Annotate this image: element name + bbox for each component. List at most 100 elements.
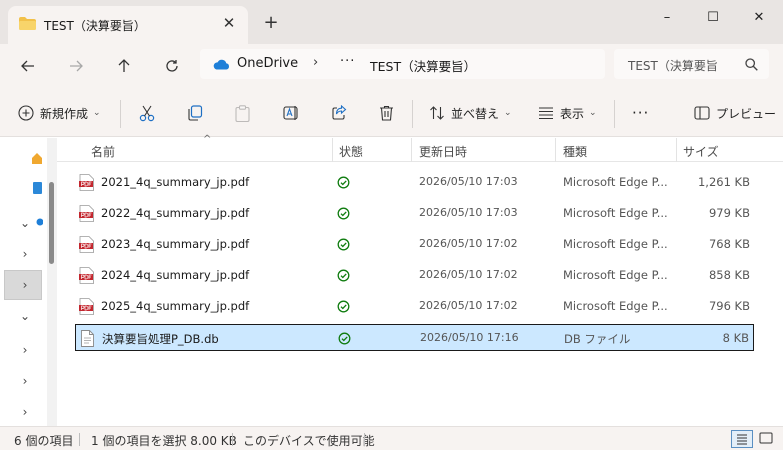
file-date: 2026/05/10 17:03 (419, 206, 518, 219)
breadcrumb-more-button[interactable]: ··· (340, 54, 355, 69)
new-button[interactable]: 新規作成 ⌄ (18, 102, 101, 124)
status-bar: 6 個の項目 1 個の項目を選択 8.00 KB このデバイスで使用可能 (0, 426, 783, 450)
column-header-name[interactable]: 名前 (91, 143, 115, 160)
search-input[interactable]: TEST（決算要旨 (628, 57, 718, 74)
file-type: Microsoft Edge P... (563, 175, 668, 189)
gallery-icon[interactable] (33, 182, 42, 194)
file-name: 2021_4q_summary_jp.pdf (101, 175, 250, 189)
file-date: 2026/05/10 17:16 (420, 331, 519, 344)
rename-icon (283, 106, 298, 120)
navigation-pane: ⌄ › › ⌄ › › › (0, 138, 47, 426)
preview-button-label: プレビュー (716, 106, 777, 121)
title-bar: TEST（決算要旨） ✕ + – ☐ ✕ (0, 0, 783, 44)
forward-button[interactable] (64, 54, 88, 78)
view-button-label: 表示 (560, 106, 585, 121)
cut-button[interactable] (139, 102, 155, 124)
expand-chevron-icon[interactable]: › (17, 342, 33, 358)
file-name: 2024_4q_summary_jp.pdf (101, 268, 250, 282)
file-type: DB ファイル (564, 332, 631, 346)
refresh-button[interactable] (160, 54, 184, 78)
rename-button[interactable] (283, 102, 300, 124)
list-view-icon (539, 107, 553, 120)
new-tab-button[interactable]: + (261, 13, 281, 33)
sort-button[interactable]: 並べ替え ⌄ (429, 102, 512, 124)
file-size: 979 KB (708, 206, 750, 220)
expand-chevron-icon[interactable]: ⌄ (17, 308, 33, 324)
paste-button[interactable] (235, 102, 250, 124)
column-header-date[interactable]: 更新日時 (419, 143, 467, 160)
nav-pane-scrollbar[interactable] (47, 138, 57, 426)
column-header-row: ^ 名前 状態 更新日時 種類 サイズ (57, 134, 783, 162)
tiles-view-button[interactable] (756, 430, 778, 448)
expand-chevron-icon[interactable]: ⌄ (17, 215, 33, 231)
more-options-button[interactable]: ··· (632, 102, 649, 124)
status-divider (79, 433, 80, 446)
share-icon (332, 105, 347, 120)
column-header-size[interactable]: サイズ (683, 143, 719, 160)
breadcrumb-onedrive[interactable]: OneDrive (237, 56, 298, 71)
onedrive-cloud-icon[interactable] (35, 218, 43, 226)
arrow-right-icon (70, 60, 83, 72)
item-count: 6 個の項目 (14, 434, 74, 448)
details-view-button[interactable] (731, 430, 753, 448)
minimize-button[interactable]: – (654, 8, 680, 28)
pdf-file-icon (79, 236, 94, 253)
share-button[interactable] (331, 102, 347, 124)
copy-icon (188, 105, 203, 121)
home-icon[interactable] (32, 152, 42, 164)
file-row[interactable]: 決算要旨処理P_DB.db 2026/05/10 17:16 DB ファイル 8 KB (75, 324, 754, 351)
sort-icon (430, 106, 444, 120)
file-date: 2026/05/10 17:02 (419, 237, 518, 250)
preview-pane-button[interactable]: プレビュー (694, 102, 776, 124)
file-row[interactable]: 2025_4q_summary_jp.pdf 2026/05/10 17:02 Mi… (75, 293, 754, 320)
column-divider[interactable] (332, 138, 333, 162)
tab-current-folder[interactable]: TEST（決算要旨） ✕ (8, 6, 248, 44)
file-size: 8 KB (722, 331, 749, 345)
expand-chevron-icon[interactable]: › (17, 277, 33, 293)
breadcrumb-chevron-icon[interactable]: › (313, 55, 318, 70)
sync-available-icon (337, 176, 350, 189)
tab-close-button[interactable]: ✕ (220, 14, 238, 32)
expand-chevron-icon[interactable]: › (17, 373, 33, 389)
sync-available-icon (337, 207, 350, 220)
file-name: 2023_4q_summary_jp.pdf (101, 237, 250, 251)
column-divider[interactable] (555, 138, 556, 162)
expand-chevron-icon[interactable]: › (17, 246, 33, 262)
new-button-label: 新規作成 (40, 106, 89, 121)
view-button[interactable]: 表示 ⌄ (538, 102, 597, 124)
back-button[interactable] (16, 54, 40, 78)
onedrive-cloud-icon (213, 59, 230, 70)
search-box[interactable]: TEST（決算要旨 (614, 49, 769, 79)
scrollbar-thumb[interactable] (49, 182, 54, 264)
file-date: 2026/05/10 17:03 (419, 175, 518, 188)
breadcrumb-current-folder[interactable]: TEST（決算要旨） (370, 56, 476, 75)
column-header-status[interactable]: 状態 (339, 143, 363, 160)
search-icon (745, 58, 758, 71)
file-size: 858 KB (708, 268, 750, 282)
maximize-button[interactable]: ☐ (700, 8, 726, 28)
expand-chevron-icon[interactable]: › (17, 404, 33, 420)
column-divider[interactable] (411, 138, 412, 162)
copy-button[interactable] (187, 102, 203, 124)
tab-title: TEST（決算要旨） (44, 19, 146, 33)
file-row[interactable]: 2023_4q_summary_jp.pdf 2026/05/10 17:02 Mi… (75, 231, 754, 258)
window-close-button[interactable]: ✕ (746, 8, 772, 28)
sync-available-icon (337, 238, 350, 251)
file-name: 2022_4q_summary_jp.pdf (101, 206, 250, 220)
column-divider[interactable] (676, 138, 677, 162)
chevron-down-icon: ⌄ (589, 108, 597, 118)
scissors-icon (139, 105, 155, 121)
pdf-file-icon (79, 205, 94, 222)
delete-button[interactable] (379, 102, 394, 124)
tiles-view-icon (759, 432, 773, 444)
column-header-type[interactable]: 種類 (563, 143, 587, 160)
file-row[interactable]: 2021_4q_summary_jp.pdf 2026/05/10 17:03 Mi… (75, 169, 754, 196)
up-button[interactable] (112, 54, 136, 78)
file-row[interactable]: 2022_4q_summary_jp.pdf 2026/05/10 17:03 Mi… (75, 200, 754, 227)
trash-icon (380, 105, 393, 121)
file-name: 決算要旨処理P_DB.db (102, 332, 219, 346)
selection-info: 1 個の項目を選択 8.00 KB (91, 434, 237, 448)
file-row[interactable]: 2024_4q_summary_jp.pdf 2026/05/10 17:02 Mi… (75, 262, 754, 289)
file-type: Microsoft Edge P... (563, 237, 668, 251)
address-box[interactable]: OneDrive › ··· TEST（決算要旨） (200, 49, 605, 79)
